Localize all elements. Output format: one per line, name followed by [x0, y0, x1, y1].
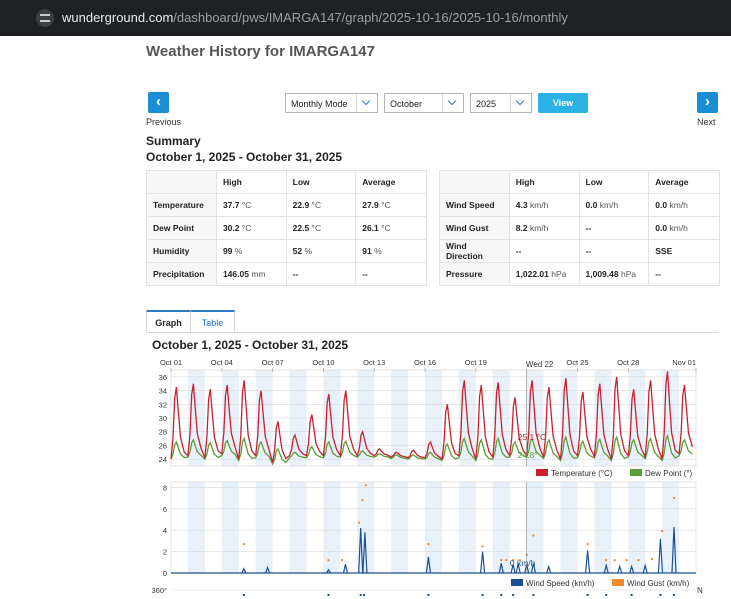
wind-gust-point	[661, 530, 664, 533]
wind-direction-point	[532, 594, 535, 596]
x-tick-label: Oct 01	[160, 358, 182, 367]
day-band	[662, 482, 680, 573]
wind-direction-point	[242, 594, 245, 596]
wind-gust-point	[672, 497, 675, 500]
wind-speed-spike	[342, 564, 349, 574]
y-tick-label: 28	[159, 428, 167, 437]
legend-swatch-temperature	[536, 469, 548, 476]
day-band	[560, 482, 578, 573]
wind-direction-point	[427, 594, 430, 596]
legend-swatch-dew-point	[630, 469, 642, 476]
day-band	[594, 482, 612, 573]
x-tick-label: Oct 04	[211, 358, 233, 367]
wind-direction-point	[512, 594, 515, 596]
day-band	[221, 482, 239, 573]
y-tick-label: 32	[159, 400, 167, 409]
hover-date-label: Wed 22	[526, 360, 554, 369]
wind-direction-point	[500, 594, 503, 596]
x-tick-label: Oct 16	[414, 358, 436, 367]
wind-direction-point	[481, 594, 484, 596]
x-tick-label: Nov 01	[672, 358, 696, 367]
wind-direction-point	[327, 594, 330, 596]
day-band	[391, 482, 409, 573]
day-band	[255, 482, 273, 573]
wind-tooltip: 0 km/h	[510, 558, 536, 568]
wind-direction-point	[605, 594, 608, 596]
y-tick-label: 36	[159, 373, 167, 382]
wind-gust-point	[637, 559, 640, 562]
x-tick-label: Oct 10	[312, 358, 334, 367]
wind-direction-point	[672, 594, 675, 596]
day-band	[187, 482, 205, 573]
legend-wind-gust: Wind Gust (km/h)	[627, 579, 690, 588]
wind-gust-point	[500, 559, 503, 562]
y-tick-label: 34	[159, 387, 167, 396]
y-tick-label: 0	[163, 569, 167, 578]
wind-speed-spike	[585, 550, 591, 574]
wind-gust-point	[650, 558, 653, 561]
day-band	[458, 482, 476, 573]
wind-gust-point	[505, 559, 508, 562]
day-band	[628, 482, 646, 573]
wind-gust-point	[242, 543, 245, 546]
dew-point-tooltip: 24.8°	[518, 450, 538, 460]
x-tick-label: Oct 19	[465, 358, 487, 367]
legend-temperature: Temperature (°C)	[551, 469, 613, 478]
wind-gust-point	[605, 559, 608, 562]
wind-speed-spike	[546, 564, 552, 574]
wind-gust-point	[613, 559, 616, 562]
legend-swatch-wind-gust	[612, 579, 624, 586]
y-tick-label: 8	[163, 483, 167, 492]
y-tick-label: 24	[159, 455, 167, 464]
y-tick-label: 360°	[151, 586, 167, 595]
wind-gust-point	[361, 499, 364, 502]
y-tick-label: 6	[163, 505, 167, 514]
wind-gust-point	[427, 543, 430, 546]
wind-direction-point	[359, 594, 362, 596]
wind-gust-point	[364, 484, 367, 487]
wind-direction-point	[363, 594, 366, 596]
legend-dew-point: Dew Point (°)	[645, 469, 693, 478]
wind-gust-point	[357, 521, 360, 524]
wind-gust-point	[586, 543, 589, 546]
y-tick-label: 26	[159, 441, 167, 450]
y-tick-label: 2	[163, 548, 167, 557]
temperature-tooltip: 25.1 °C	[518, 432, 546, 442]
wind-direction-point	[659, 594, 662, 596]
weather-charts[interactable]: 24262830323436Oct 01 Oct 04 Oct 07 Oct 10 Oc…	[0, 0, 731, 599]
wind-gust-point	[625, 559, 628, 562]
wind-speed-spike	[480, 551, 486, 574]
wind-gust-point	[481, 545, 484, 548]
wind-gust-point	[341, 559, 344, 562]
x-tick-label: Oct 25	[566, 358, 588, 367]
legend-wind-speed: Wind Speed (km/h)	[526, 579, 595, 588]
legend-swatch-wind-speed	[511, 579, 523, 586]
day-band	[323, 482, 341, 573]
day-band	[289, 482, 307, 573]
wind-direction-point	[586, 594, 589, 596]
x-tick-label: Oct 28	[617, 358, 639, 367]
x-tick-label: Oct 13	[363, 358, 385, 367]
wind-speed-spike	[657, 538, 664, 574]
y-tick-label: 4	[163, 526, 167, 535]
y-tick-label: 30	[159, 414, 167, 423]
wind-gust-point	[532, 534, 535, 537]
north-label: N	[697, 586, 703, 595]
x-tick-label: Oct 07	[262, 358, 284, 367]
wind-gust-point	[327, 559, 330, 562]
wind-speed-spike	[617, 564, 623, 574]
wind-direction-point	[630, 594, 633, 596]
